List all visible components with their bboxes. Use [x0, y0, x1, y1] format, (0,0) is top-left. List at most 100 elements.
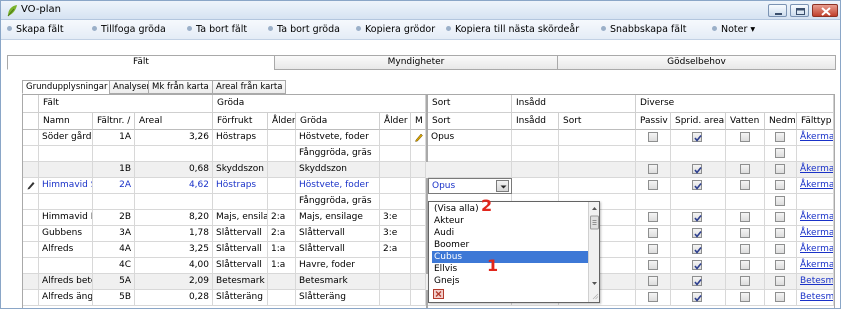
cell-faltnr[interactable]: 4C — [93, 258, 135, 274]
row-indicator[interactable] — [23, 274, 39, 290]
cell-namn[interactable]: Gubbens — [39, 226, 93, 242]
col-vatten[interactable]: Vatten — [726, 113, 765, 130]
cell-namn[interactable]: Alfreds — [39, 242, 93, 258]
cell-areal[interactable]: 1,78 — [135, 226, 213, 242]
cell-alder2[interactable] — [380, 194, 411, 210]
cell-sprid[interactable] — [671, 210, 726, 226]
cell-sprid[interactable] — [671, 242, 726, 258]
checkbox[interactable] — [775, 196, 785, 206]
cell-m[interactable] — [411, 194, 426, 210]
dropdown-option[interactable]: Ellvis — [432, 263, 588, 275]
cell-sort2[interactable] — [559, 162, 636, 178]
tab-falt[interactable]: Fält — [7, 55, 275, 70]
cell-areal[interactable]: 4,00 — [135, 258, 213, 274]
cell-areal[interactable]: 2,09 — [135, 274, 213, 290]
cell-m[interactable] — [411, 274, 426, 290]
checkbox[interactable] — [775, 276, 785, 286]
cell-sort[interactable] — [428, 162, 512, 178]
cell-passiv[interactable] — [636, 194, 671, 210]
cell-namn[interactable]: Söder gård — [39, 130, 93, 146]
cell-alder1[interactable] — [268, 178, 296, 194]
row-indicator[interactable] — [23, 210, 39, 226]
cell-passiv[interactable] — [636, 242, 671, 258]
cell-faltnr[interactable]: 2B — [93, 210, 135, 226]
cell-passiv[interactable] — [636, 162, 671, 178]
checkbox-checked[interactable] — [692, 180, 702, 190]
cell-vatten[interactable] — [726, 242, 765, 258]
cell-alder2[interactable] — [380, 258, 411, 274]
cell-namn[interactable]: Alfreds bete — [39, 274, 93, 290]
row-indicator[interactable] — [23, 130, 39, 146]
cell-alder1[interactable]: 2:a — [268, 210, 296, 226]
checkbox[interactable] — [775, 180, 785, 190]
row-indicator[interactable] — [23, 242, 39, 258]
cell-sort2[interactable] — [559, 130, 636, 146]
cell-passiv[interactable] — [636, 258, 671, 274]
col-m[interactable]: M — [411, 113, 426, 130]
checkbox[interactable] — [647, 212, 658, 222]
cell-nedm[interactable] — [765, 226, 797, 242]
cell-alder1[interactable] — [268, 130, 296, 146]
cell-nedm[interactable] — [765, 130, 797, 146]
cell-areal[interactable]: 0,68 — [135, 162, 213, 178]
checkbox[interactable] — [775, 164, 785, 174]
checkbox[interactable] — [647, 164, 658, 174]
cell-groda[interactable]: Fånggröda, gräs — [296, 194, 380, 210]
cell-faltnr[interactable]: 4A — [93, 242, 135, 258]
cell-nedm[interactable] — [765, 242, 797, 258]
cell-insadd[interactable] — [512, 130, 559, 146]
clear-icon[interactable] — [433, 289, 444, 302]
dropdown-option[interactable]: Boomer — [432, 239, 588, 251]
cell-nedm[interactable] — [765, 162, 797, 178]
cell-namn[interactable] — [39, 162, 93, 178]
cell-sprid[interactable] — [671, 290, 726, 306]
cell-alder2[interactable] — [380, 274, 411, 290]
table-row[interactable]: Söder gård 1A 3,26 Höstraps Höstvete, foder O… — [23, 130, 834, 146]
sort-dropdown-list[interactable]: (Visa alla) Akteur Audi Boomer Cubus Ell… — [428, 201, 600, 303]
create-field-button[interactable]: Skapa fält — [7, 24, 64, 35]
checkbox[interactable] — [739, 228, 750, 238]
cell-namn[interactable] — [39, 194, 93, 210]
cell-areal[interactable]: 3,26 — [135, 130, 213, 146]
cell-faltnr[interactable]: 5A — [93, 274, 135, 290]
cell-vatten[interactable] — [726, 274, 765, 290]
cell-namn[interactable]: Himmavid N — [39, 210, 93, 226]
checkbox-checked[interactable] — [692, 292, 702, 302]
checkbox[interactable] — [647, 260, 658, 270]
cell-insadd[interactable] — [512, 162, 559, 178]
cell-passiv[interactable] — [636, 210, 671, 226]
cell-vatten[interactable] — [726, 258, 765, 274]
tab-mk-fran-karta[interactable]: Mk från karta — [148, 80, 213, 94]
checkbox[interactable] — [739, 180, 750, 190]
cell-sprid[interactable] — [671, 194, 726, 210]
cell-falttyp[interactable]: Åkermark — [797, 162, 834, 178]
dropdown-option[interactable]: Audi — [432, 227, 588, 239]
cell-groda[interactable]: Havre, foder — [296, 258, 380, 274]
cell-m[interactable] — [411, 210, 426, 226]
cell-faltnr[interactable] — [93, 146, 135, 162]
cell-falttyp[interactable]: Åkermark — [797, 178, 834, 194]
cell-sprid[interactable] — [671, 226, 726, 242]
cell-nedm[interactable] — [765, 146, 797, 162]
sort-combobox[interactable]: Opus — [428, 178, 512, 194]
cell-nedm[interactable] — [765, 290, 797, 306]
cell-faltnr[interactable] — [93, 194, 135, 210]
maximize-button[interactable] — [790, 4, 809, 17]
checkbox[interactable] — [647, 228, 658, 238]
cell-alder1[interactable]: 2:a — [268, 226, 296, 242]
cell-alder2[interactable] — [380, 178, 411, 194]
row-indicator[interactable] — [23, 178, 39, 194]
checkbox[interactable] — [775, 228, 785, 238]
chevron-down-icon[interactable] — [496, 180, 509, 192]
cell-sprid[interactable] — [671, 178, 726, 194]
row-indicator[interactable] — [23, 290, 39, 306]
cell-falttyp[interactable] — [797, 146, 834, 162]
cell-passiv[interactable] — [636, 130, 671, 146]
checkbox[interactable] — [775, 212, 785, 222]
cell-m[interactable] — [411, 258, 426, 274]
cell-vatten[interactable] — [726, 162, 765, 178]
cell-m[interactable] — [411, 242, 426, 258]
cell-alder1[interactable]: 1:a — [268, 242, 296, 258]
col-sort[interactable]: Sort — [428, 113, 512, 130]
cell-m[interactable] — [411, 290, 426, 306]
